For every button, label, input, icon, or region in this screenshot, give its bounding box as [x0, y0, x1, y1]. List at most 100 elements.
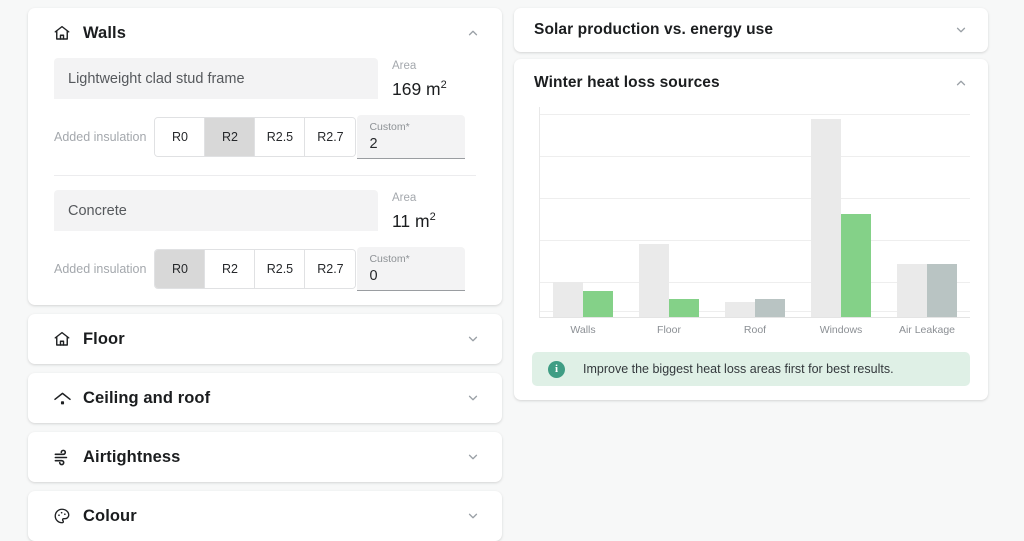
insulation-label-2: Added insulation: [54, 262, 147, 276]
insulation-option-r0-2[interactable]: R0: [155, 250, 206, 288]
assembly-row-insulation: Added insulation R0 R2 R2.5 R2.7 Custom*…: [54, 115, 476, 159]
area-label-2: Area: [392, 192, 417, 204]
accordion-title-airtightness: Airtightness: [83, 447, 181, 466]
insulation-label-1: Added insulation: [54, 130, 147, 144]
heat-loss-card: Winter heat loss sources Walls Floor Roof W…: [514, 59, 988, 400]
panel-header-solar[interactable]: Solar production vs. energy use: [514, 8, 988, 52]
chevron-down-icon[interactable]: [952, 21, 970, 39]
chart-x-label: Walls: [570, 324, 596, 336]
custom-rvalue-input-2[interactable]: Custom* 0: [357, 247, 466, 291]
construction-select-2[interactable]: Concrete: [54, 190, 378, 231]
area-number-2: 11 m: [392, 211, 430, 231]
area-value-1: 169 m2: [392, 80, 476, 99]
chart-x-axis-labels: Walls Floor Roof Windows Air Leakage: [540, 324, 970, 336]
insulation-segmented-2: R0 R2 R2.5 R2.7: [154, 249, 357, 289]
accordion-title-colour: Colour: [83, 506, 137, 525]
chevron-down-icon[interactable]: [464, 507, 482, 525]
chart-bar-improved[interactable]: [669, 298, 699, 318]
insulation-option-r27-1[interactable]: R2.7: [305, 118, 356, 156]
colour-card: Colour: [28, 491, 502, 541]
accordion-header-ceiling-and-roof[interactable]: Ceiling and roof: [28, 373, 502, 423]
ceiling-roof-card: Ceiling and roof: [28, 373, 502, 423]
chart-plot-area: [539, 107, 970, 318]
chart-bar-current[interactable]: [811, 118, 841, 318]
chart-bar-group[interactable]: [712, 107, 798, 318]
airtightness-card: Airtightness: [28, 432, 502, 482]
assembly-row-insulation-2: Added insulation R0 R2 R2.5 R2.7 Custom*…: [54, 247, 476, 291]
insulation-segmented-1: R0 R2 R2.5 R2.7: [154, 117, 357, 157]
construction-select-2-value: Concrete: [68, 202, 127, 219]
right-column: Solar production vs. energy use Winter h…: [514, 8, 988, 522]
chart-bar-improved[interactable]: [755, 298, 785, 318]
chevron-down-icon[interactable]: [464, 330, 482, 348]
assembly-spacer: [28, 176, 502, 190]
assembly-row-top: Lightweight clad stud frame Area 169 m2: [54, 58, 476, 99]
wall-assembly-2: Concrete Area 11 m2 Added insulation R0 …: [28, 190, 502, 291]
roof-peak-icon: [52, 388, 72, 408]
accordion-header-airtightness[interactable]: Airtightness: [28, 432, 502, 482]
chevron-down-icon[interactable]: [464, 448, 482, 466]
chevron-up-icon[interactable]: [464, 24, 482, 42]
custom-rvalue-label-1: Custom*: [369, 121, 410, 133]
chart-bar-group[interactable]: [540, 107, 626, 318]
chevron-down-icon[interactable]: [464, 389, 482, 407]
accordion-title-floor: Floor: [83, 329, 125, 348]
insulation-option-r25-1[interactable]: R2.5: [255, 118, 306, 156]
panel-header-heat-loss[interactable]: Winter heat loss sources: [514, 59, 988, 107]
area-display-1: Area 169 m2: [392, 58, 476, 99]
area-number-1: 169 m: [392, 79, 441, 99]
palette-icon: [52, 506, 72, 526]
area-unit-1: 2: [440, 79, 447, 92]
area-unit-2: 2: [429, 211, 436, 224]
chart-bar-current[interactable]: [553, 281, 583, 318]
accordion-header-floor[interactable]: Floor: [28, 314, 502, 364]
home-icon: [52, 23, 72, 43]
chart-bar-current[interactable]: [725, 301, 755, 318]
assembly-row-top-2: Concrete Area 11 m2: [54, 190, 476, 231]
heat-loss-chart: Walls Floor Roof Windows Air Leakage: [532, 107, 970, 336]
walls-card: Walls Lightweight clad stud frame Area 1…: [28, 8, 502, 305]
chart-bars: [540, 107, 970, 318]
accordion-title-walls: Walls: [83, 23, 126, 42]
wind-icon: [52, 447, 72, 467]
chevron-up-icon[interactable]: [952, 74, 970, 92]
chart-x-label: Air Leakage: [898, 324, 956, 336]
custom-rvalue-input-1[interactable]: Custom* 2: [357, 115, 466, 159]
chart-bar-current[interactable]: [639, 244, 669, 318]
info-banner-text: Improve the biggest heat loss areas firs…: [583, 362, 894, 376]
panel-title-solar: Solar production vs. energy use: [534, 21, 774, 38]
left-column: Walls Lightweight clad stud frame Area 1…: [28, 8, 502, 541]
insulation-option-r2-1[interactable]: R2: [205, 118, 256, 156]
chart-x-label: Roof: [743, 324, 767, 336]
accordion-header-colour[interactable]: Colour: [28, 491, 502, 541]
chart-bar-group[interactable]: [884, 107, 970, 318]
accordion-header-walls[interactable]: Walls: [28, 8, 502, 58]
chart-x-axis: [540, 317, 970, 318]
chart-x-label: Windows: [819, 324, 863, 336]
wall-assembly-1: Lightweight clad stud frame Area 169 m2 …: [28, 58, 502, 159]
app-root: Walls Lightweight clad stud frame Area 1…: [0, 0, 1024, 541]
area-value-2: 11 m2: [392, 212, 476, 231]
construction-select-1-value: Lightweight clad stud frame: [68, 70, 245, 87]
chart-bar-improved[interactable]: [927, 264, 957, 318]
chart-bar-improved[interactable]: [841, 214, 871, 318]
chart-x-label: Floor: [657, 324, 681, 336]
custom-rvalue-value-1: 2: [369, 136, 378, 152]
construction-select-1[interactable]: Lightweight clad stud frame: [54, 58, 378, 99]
chart-bar-group[interactable]: [798, 107, 884, 318]
info-banner: i Improve the biggest heat loss areas fi…: [532, 352, 970, 386]
chart-bar-improved[interactable]: [583, 291, 613, 318]
accordion-title-ceiling-and-roof: Ceiling and roof: [83, 388, 211, 407]
custom-rvalue-value-2: 0: [369, 268, 378, 284]
chart-bar-group[interactable]: [626, 107, 712, 318]
home-icon: [52, 329, 72, 349]
insulation-option-r0-1[interactable]: R0: [155, 118, 206, 156]
chart-bar-current[interactable]: [897, 264, 927, 318]
insulation-option-r2-2[interactable]: R2: [205, 250, 256, 288]
solar-production-card: Solar production vs. energy use: [514, 8, 988, 52]
custom-rvalue-label-2: Custom*: [369, 253, 410, 265]
insulation-option-r27-2[interactable]: R2.7: [305, 250, 356, 288]
panel-title-heat-loss: Winter heat loss sources: [534, 74, 720, 91]
info-icon: i: [548, 360, 565, 378]
insulation-option-r25-2[interactable]: R2.5: [255, 250, 306, 288]
